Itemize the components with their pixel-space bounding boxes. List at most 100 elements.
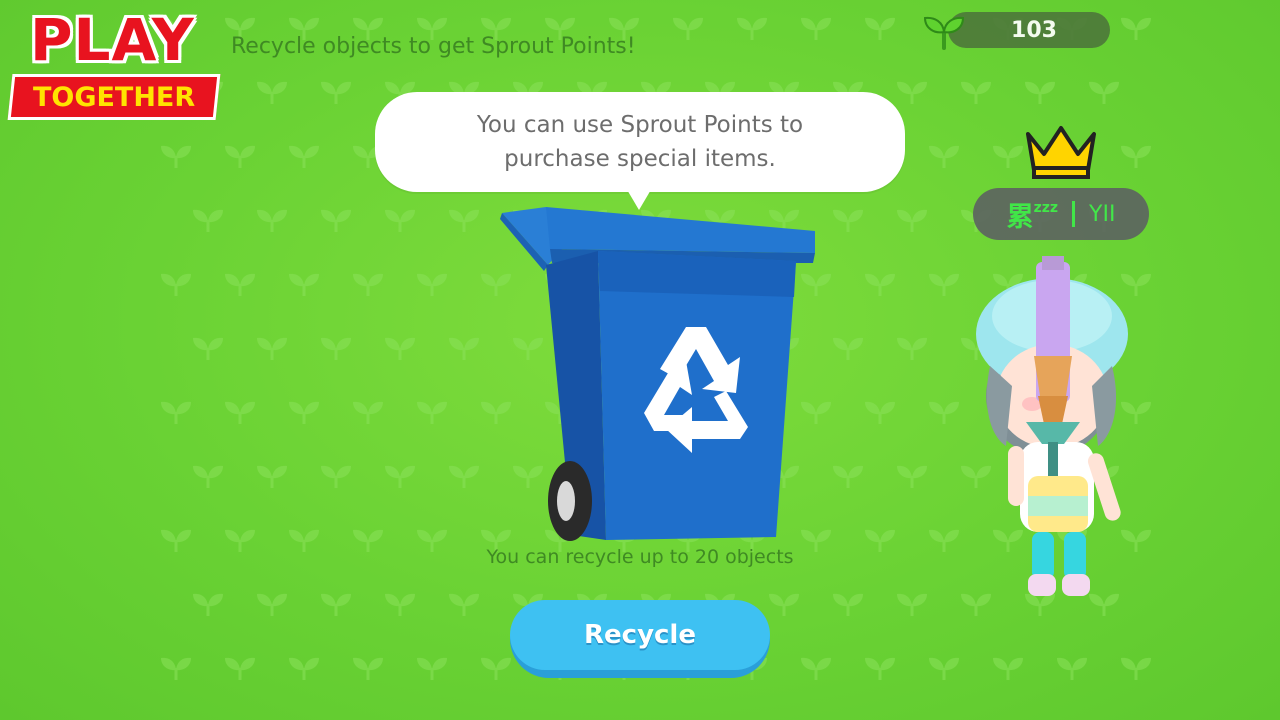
- sprout-pattern-icon: [1121, 145, 1151, 168]
- sprout-pattern-icon: [961, 81, 991, 104]
- sprout-pattern-icon: [929, 529, 959, 552]
- sprout-pattern-icon: [1121, 17, 1151, 40]
- sprout-pattern-icon: [833, 209, 863, 232]
- sprout-pattern-icon: [449, 593, 479, 616]
- sprout-pattern-icon: [993, 145, 1023, 168]
- sprout-pattern-icon: [417, 657, 447, 680]
- tooltip-text: You can use Sprout Points to purchase sp…: [476, 112, 804, 172]
- sprout-pattern-icon: [321, 593, 351, 616]
- sprout-pattern-icon: [225, 145, 255, 168]
- sprout-pattern-icon: [289, 273, 319, 296]
- recycle-button[interactable]: Recycle: [510, 600, 770, 678]
- sprout-pattern-icon: [993, 657, 1023, 680]
- sprout-icon: [923, 16, 965, 50]
- sprout-pattern-icon: [225, 401, 255, 424]
- player-name-suffix: YII: [1089, 201, 1116, 227]
- sprout-pattern-icon: [193, 465, 223, 488]
- sprout-pattern-icon: [385, 593, 415, 616]
- sprout-pattern-icon: [321, 337, 351, 360]
- sprout-pattern-icon: [353, 529, 383, 552]
- sprout-pattern-icon: [225, 273, 255, 296]
- sprout-pattern-icon: [929, 273, 959, 296]
- sprout-pattern-icon: [929, 657, 959, 680]
- sprout-pattern-icon: [897, 593, 927, 616]
- sprout-pattern-icon: [257, 593, 287, 616]
- sprout-pattern-icon: [449, 337, 479, 360]
- logo-together-text: TOGETHER: [32, 81, 196, 113]
- sprout-pattern-icon: [865, 657, 895, 680]
- sprout-pattern-icon: [897, 81, 927, 104]
- sprout-pattern-icon: [897, 465, 927, 488]
- player-name-main: 累zzz: [1006, 199, 1059, 233]
- sprout-pattern-icon: [353, 657, 383, 680]
- sprout-pattern-icon: [769, 593, 799, 616]
- sprout-pattern-icon: [385, 209, 415, 232]
- recycle-button-face[interactable]: Recycle: [510, 600, 770, 670]
- sprout-pattern-icon: [833, 593, 863, 616]
- sprout-pattern-icon: [449, 209, 479, 232]
- sprout-pattern-icon: [321, 465, 351, 488]
- sprout-pattern-icon: [801, 17, 831, 40]
- sprout-points-pill: 103: [948, 12, 1110, 48]
- sprout-pattern-icon: [257, 465, 287, 488]
- sprout-pattern-icon: [289, 529, 319, 552]
- logo-play-text: PLAY: [30, 6, 195, 74]
- tooltip-bubble: You can use Sprout Points to purchase sp…: [375, 92, 905, 192]
- sprout-pattern-icon: [193, 209, 223, 232]
- sprout-pattern-icon: [673, 17, 703, 40]
- sprout-pattern-icon: [289, 145, 319, 168]
- sprout-pattern-icon: [1121, 657, 1151, 680]
- sprout-pattern-icon: [161, 529, 191, 552]
- play-together-logo: PLAY TOGETHER: [7, 6, 221, 120]
- player-name-tag: 累zzz YII: [973, 188, 1149, 240]
- sprout-pattern-icon: [161, 401, 191, 424]
- name-separator: [1072, 201, 1076, 227]
- sprout-pattern-icon: [257, 81, 287, 104]
- sprout-pattern-icon: [193, 337, 223, 360]
- sprout-pattern-icon: [257, 337, 287, 360]
- sprout-pattern-icon: [225, 657, 255, 680]
- sprout-pattern-icon: [193, 593, 223, 616]
- sprout-pattern-icon: [833, 465, 863, 488]
- sprout-pattern-icon: [833, 337, 863, 360]
- sprout-pattern-icon: [353, 401, 383, 424]
- sprout-pattern-icon: [289, 657, 319, 680]
- sprout-pattern-icon: [929, 401, 959, 424]
- sprout-pattern-icon: [737, 17, 767, 40]
- sprout-points-counter: 103: [922, 10, 1112, 50]
- sprout-pattern-icon: [897, 209, 927, 232]
- sprout-pattern-icon: [257, 209, 287, 232]
- recycle-limit-info: You can recycle up to 20 objects: [486, 546, 794, 568]
- sprout-pattern-icon: [321, 209, 351, 232]
- sprout-pattern-icon: [897, 337, 927, 360]
- crown-icon: [1026, 126, 1096, 179]
- sprout-pattern-icon: [161, 273, 191, 296]
- sprout-pattern-icon: [1025, 81, 1055, 104]
- sprout-pattern-icon: [865, 273, 895, 296]
- sprout-points-value: 103: [1011, 17, 1057, 43]
- sprout-pattern-icon: [289, 401, 319, 424]
- sprout-pattern-icon: [929, 145, 959, 168]
- sprout-pattern-icon: [1089, 81, 1119, 104]
- sprout-pattern-icon: [865, 529, 895, 552]
- sprout-pattern-icon: [801, 657, 831, 680]
- sprout-pattern-icon: [321, 81, 351, 104]
- logo-together-banner: TOGETHER: [7, 74, 221, 120]
- sprout-pattern-icon: [225, 529, 255, 552]
- sprout-pattern-icon: [161, 145, 191, 168]
- sprout-pattern-icon: [353, 273, 383, 296]
- sprout-pattern-icon: [161, 657, 191, 680]
- sprout-pattern-icon: [449, 465, 479, 488]
- sprout-pattern-icon: [385, 465, 415, 488]
- sprout-pattern-icon: [385, 337, 415, 360]
- player-avatar[interactable]: [972, 256, 1142, 601]
- recycle-button-label: Recycle: [584, 620, 696, 650]
- sprout-pattern-icon: [865, 401, 895, 424]
- sprout-pattern-icon: [1057, 657, 1087, 680]
- page-subtitle: Recycle objects to get Sprout Points!: [231, 34, 636, 59]
- sprout-pattern-icon: [865, 17, 895, 40]
- sprout-pattern-icon: [481, 657, 511, 680]
- sprout-pattern-icon: [417, 401, 447, 424]
- recycle-bin[interactable]: [498, 205, 823, 550]
- sprout-pattern-icon: [417, 273, 447, 296]
